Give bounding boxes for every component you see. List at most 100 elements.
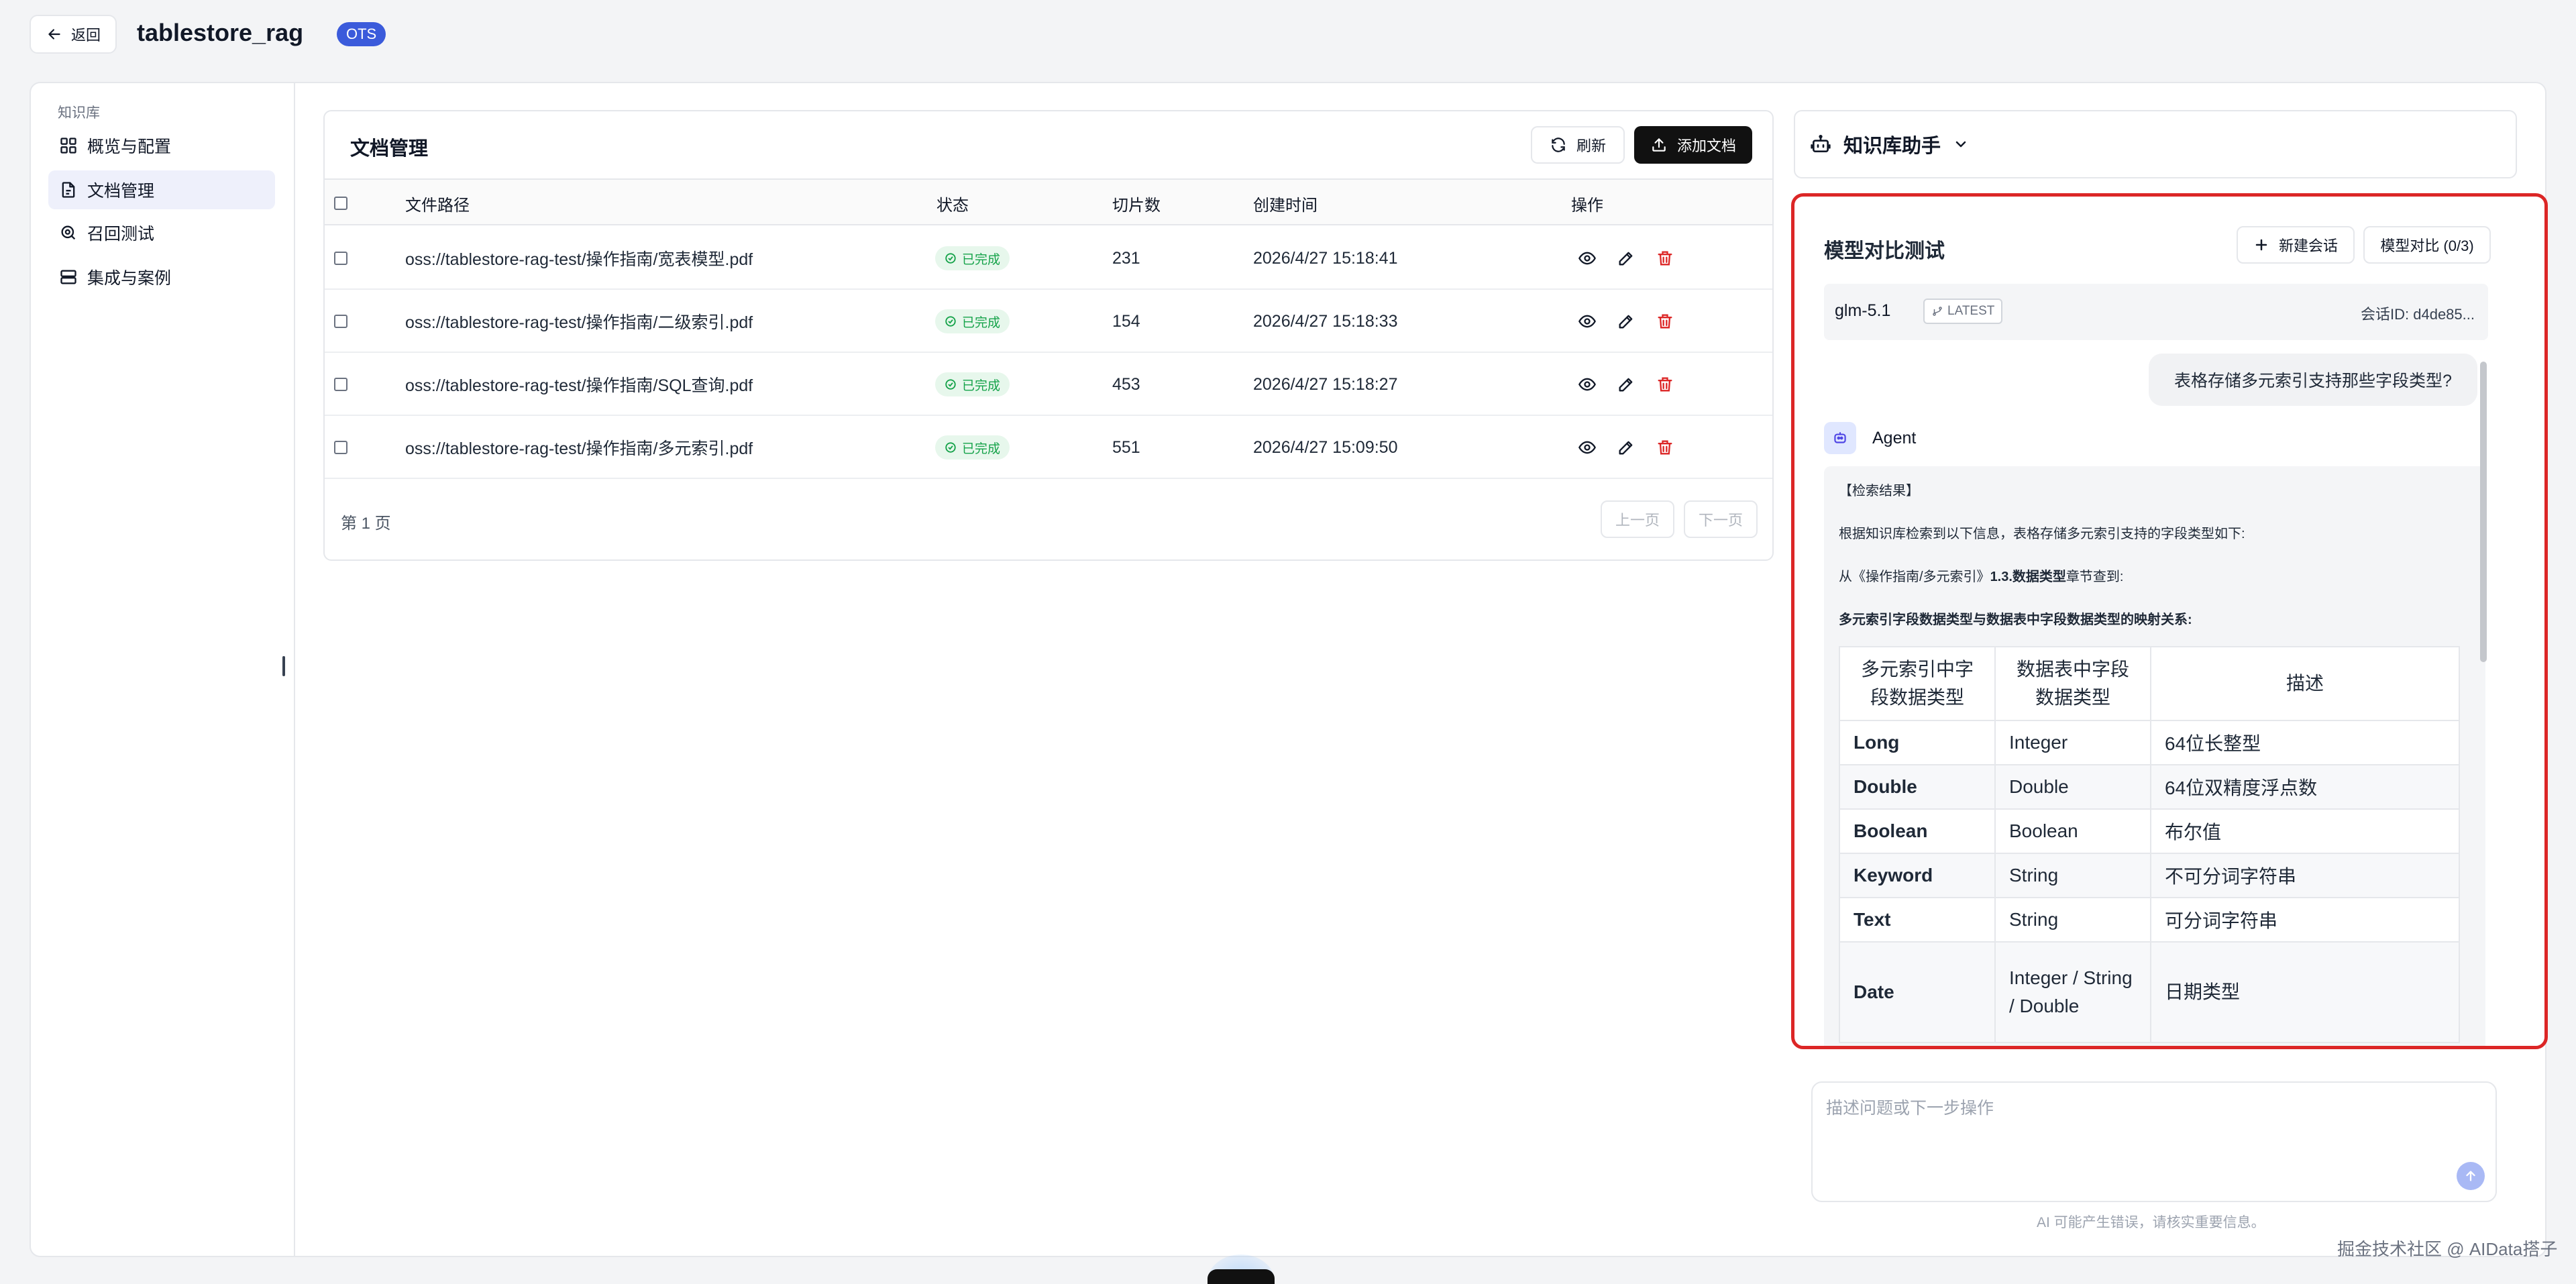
column-header-chunks: 切片数 bbox=[1112, 196, 1161, 215]
back-button[interactable]: 返回 bbox=[30, 15, 117, 54]
table-type: String bbox=[1994, 897, 2151, 943]
ai-disclaimer: AI 可能产生错误，请核实重要信息。 bbox=[2037, 1215, 2265, 1230]
type-description: 不可分词字符串 bbox=[2150, 853, 2460, 898]
check-circle-icon bbox=[945, 253, 956, 264]
table-type: Integer bbox=[1994, 720, 2151, 765]
row-checkbox[interactable] bbox=[334, 252, 347, 265]
edit-icon[interactable] bbox=[1617, 375, 1635, 394]
status-badge: 已完成 bbox=[935, 435, 1010, 460]
arrow-up-icon bbox=[2466, 1171, 2475, 1181]
eye-icon[interactable] bbox=[1578, 438, 1597, 457]
sidebar-item-overview[interactable]: 概览与配置 bbox=[48, 126, 275, 165]
model-info-bar: glm-5.1 LATEST 会话ID: d4de85... bbox=[1824, 284, 2488, 340]
status-label: 已完成 bbox=[962, 315, 1001, 330]
grid-icon bbox=[60, 138, 76, 154]
row-checkbox[interactable] bbox=[334, 441, 347, 454]
status-label: 已完成 bbox=[962, 378, 1001, 393]
table-row: oss://tablestore-rag-test/操作指南/SQL查询.pdf… bbox=[325, 353, 1772, 416]
table-row: oss://tablestore-rag-test/操作指南/二级索引.pdf … bbox=[325, 290, 1772, 353]
index-type: Keyword bbox=[1839, 853, 1996, 898]
agent-answer: 【检索结果】 根据知识库检索到以下信息，表格存储多元索引支持的字段类型如下: 从… bbox=[1824, 466, 2485, 1046]
trash-icon[interactable] bbox=[1656, 375, 1674, 394]
index-type: Boolean bbox=[1839, 808, 1996, 854]
edit-icon[interactable] bbox=[1617, 438, 1635, 457]
created-time: 2026/4/27 15:18:41 bbox=[1253, 248, 1398, 268]
status-label: 已完成 bbox=[962, 441, 1001, 456]
answer-intro: 根据知识库检索到以下信息，表格存储多元索引支持的字段类型如下: bbox=[1839, 527, 2245, 541]
sidebar: 知识库 概览与配置 文档管理 召回测试 集成与案例 bbox=[30, 82, 295, 1257]
floating-action-button[interactable] bbox=[1208, 1269, 1275, 1284]
created-time: 2026/4/27 15:09:50 bbox=[1253, 437, 1398, 457]
search-icon bbox=[61, 225, 76, 240]
check-circle-icon bbox=[945, 379, 956, 390]
select-all-checkbox[interactable] bbox=[334, 197, 347, 210]
model-compare-button[interactable]: 模型对比 (0/3) bbox=[2363, 226, 2491, 264]
eye-icon[interactable] bbox=[1578, 249, 1597, 268]
refresh-button[interactable]: 刷新 bbox=[1531, 126, 1625, 164]
agent-avatar bbox=[1824, 422, 1856, 454]
model-name: glm-5.1 bbox=[1835, 301, 1891, 320]
type-description: 布尔值 bbox=[2150, 808, 2460, 854]
trash-icon[interactable] bbox=[1656, 312, 1674, 331]
edit-icon[interactable] bbox=[1617, 249, 1635, 268]
chat-input[interactable] bbox=[1826, 1095, 2430, 1175]
edit-icon[interactable] bbox=[1617, 312, 1635, 331]
refresh-icon bbox=[1552, 138, 1565, 152]
sidebar-item-label: 集成与案例 bbox=[87, 269, 172, 288]
table-row: oss://tablestore-rag-test/操作指南/多元索引.pdf … bbox=[325, 416, 1772, 479]
add-document-button[interactable]: 添加文档 bbox=[1634, 126, 1752, 164]
type-description: 64位双精度浮点数 bbox=[2150, 764, 2460, 810]
column-header: 数据表中字段数据类型 bbox=[1994, 646, 2151, 721]
table-row: oss://tablestore-rag-test/操作指南/宽表模型.pdf … bbox=[325, 227, 1772, 290]
status-badge: 已完成 bbox=[935, 246, 1010, 270]
sidebar-group-label: 知识库 bbox=[58, 105, 100, 121]
panel-title: 模型对比测试 bbox=[1824, 240, 1945, 262]
send-button[interactable] bbox=[2457, 1162, 2485, 1190]
row-checkbox[interactable] bbox=[334, 315, 347, 328]
column-header-status: 状态 bbox=[936, 196, 969, 215]
sidebar-item-label: 文档管理 bbox=[87, 182, 155, 201]
git-branch-icon bbox=[1933, 307, 1942, 316]
sidebar-item-integrations[interactable]: 集成与案例 bbox=[48, 258, 275, 297]
app-title: tablestore_rag bbox=[137, 19, 304, 46]
table-row: Keyword String 不可分词字符串 bbox=[1839, 853, 2460, 898]
table-type: Boolean bbox=[1994, 808, 2151, 854]
sidebar-item-label: 概览与配置 bbox=[87, 138, 172, 156]
sidebar-item-recall-test[interactable]: 召回测试 bbox=[48, 213, 275, 252]
type-mapping-table: 多元索引中字段数据类型 数据表中字段数据类型 描述 Long Integer 6… bbox=[1839, 646, 2460, 1043]
chevron-down-icon[interactable] bbox=[1953, 136, 1969, 152]
plus-icon bbox=[2255, 239, 2267, 251]
status-badge: 已完成 bbox=[935, 372, 1010, 396]
row-checkbox[interactable] bbox=[334, 378, 347, 391]
server-icon bbox=[60, 270, 76, 284]
file-path: oss://tablestore-rag-test/操作指南/二级索引.pdf bbox=[405, 313, 753, 332]
table-type: String bbox=[1994, 853, 2151, 898]
eye-icon[interactable] bbox=[1578, 312, 1597, 331]
new-session-button[interactable]: 新建会话 bbox=[2237, 226, 2355, 264]
ots-badge: OTS bbox=[337, 22, 386, 46]
eye-icon[interactable] bbox=[1578, 375, 1597, 394]
session-id: 会话ID: d4de85... bbox=[2361, 306, 2475, 323]
column-header-actions: 操作 bbox=[1571, 196, 1603, 215]
chat-scrollbar[interactable] bbox=[2480, 362, 2487, 662]
documents-title: 文档管理 bbox=[350, 138, 429, 160]
arrow-left-icon bbox=[48, 29, 60, 40]
chunk-count: 551 bbox=[1112, 437, 1140, 457]
table-row: Text String 可分词字符串 bbox=[1839, 897, 2460, 943]
type-description: 日期类型 bbox=[2150, 941, 2460, 1043]
status-label: 已完成 bbox=[962, 252, 1001, 267]
assistant-header[interactable]: 知识库助手 bbox=[1794, 110, 2517, 178]
trash-icon[interactable] bbox=[1656, 249, 1674, 268]
trash-icon[interactable] bbox=[1656, 438, 1674, 457]
sidebar-resize-handle[interactable] bbox=[282, 656, 285, 676]
sidebar-item-documents[interactable]: 文档管理 bbox=[48, 170, 275, 209]
index-type: Long bbox=[1839, 720, 1996, 765]
next-page-button[interactable]: 下一页 bbox=[1684, 500, 1758, 538]
column-header: 多元索引中字段数据类型 bbox=[1839, 646, 1996, 721]
prev-page-button[interactable]: 上一页 bbox=[1601, 500, 1674, 538]
assistant-title: 知识库助手 bbox=[1843, 136, 1941, 157]
check-circle-icon bbox=[945, 316, 956, 327]
answer-table-caption: 多元索引字段数据类型与数据表中字段数据类型的映射关系: bbox=[1839, 612, 2192, 627]
answer-source: 从《操作指南/多元索引》1.3.数据类型章节查到: bbox=[1839, 566, 2123, 585]
table-header-row: 多元索引中字段数据类型 数据表中字段数据类型 描述 bbox=[1839, 646, 2460, 721]
